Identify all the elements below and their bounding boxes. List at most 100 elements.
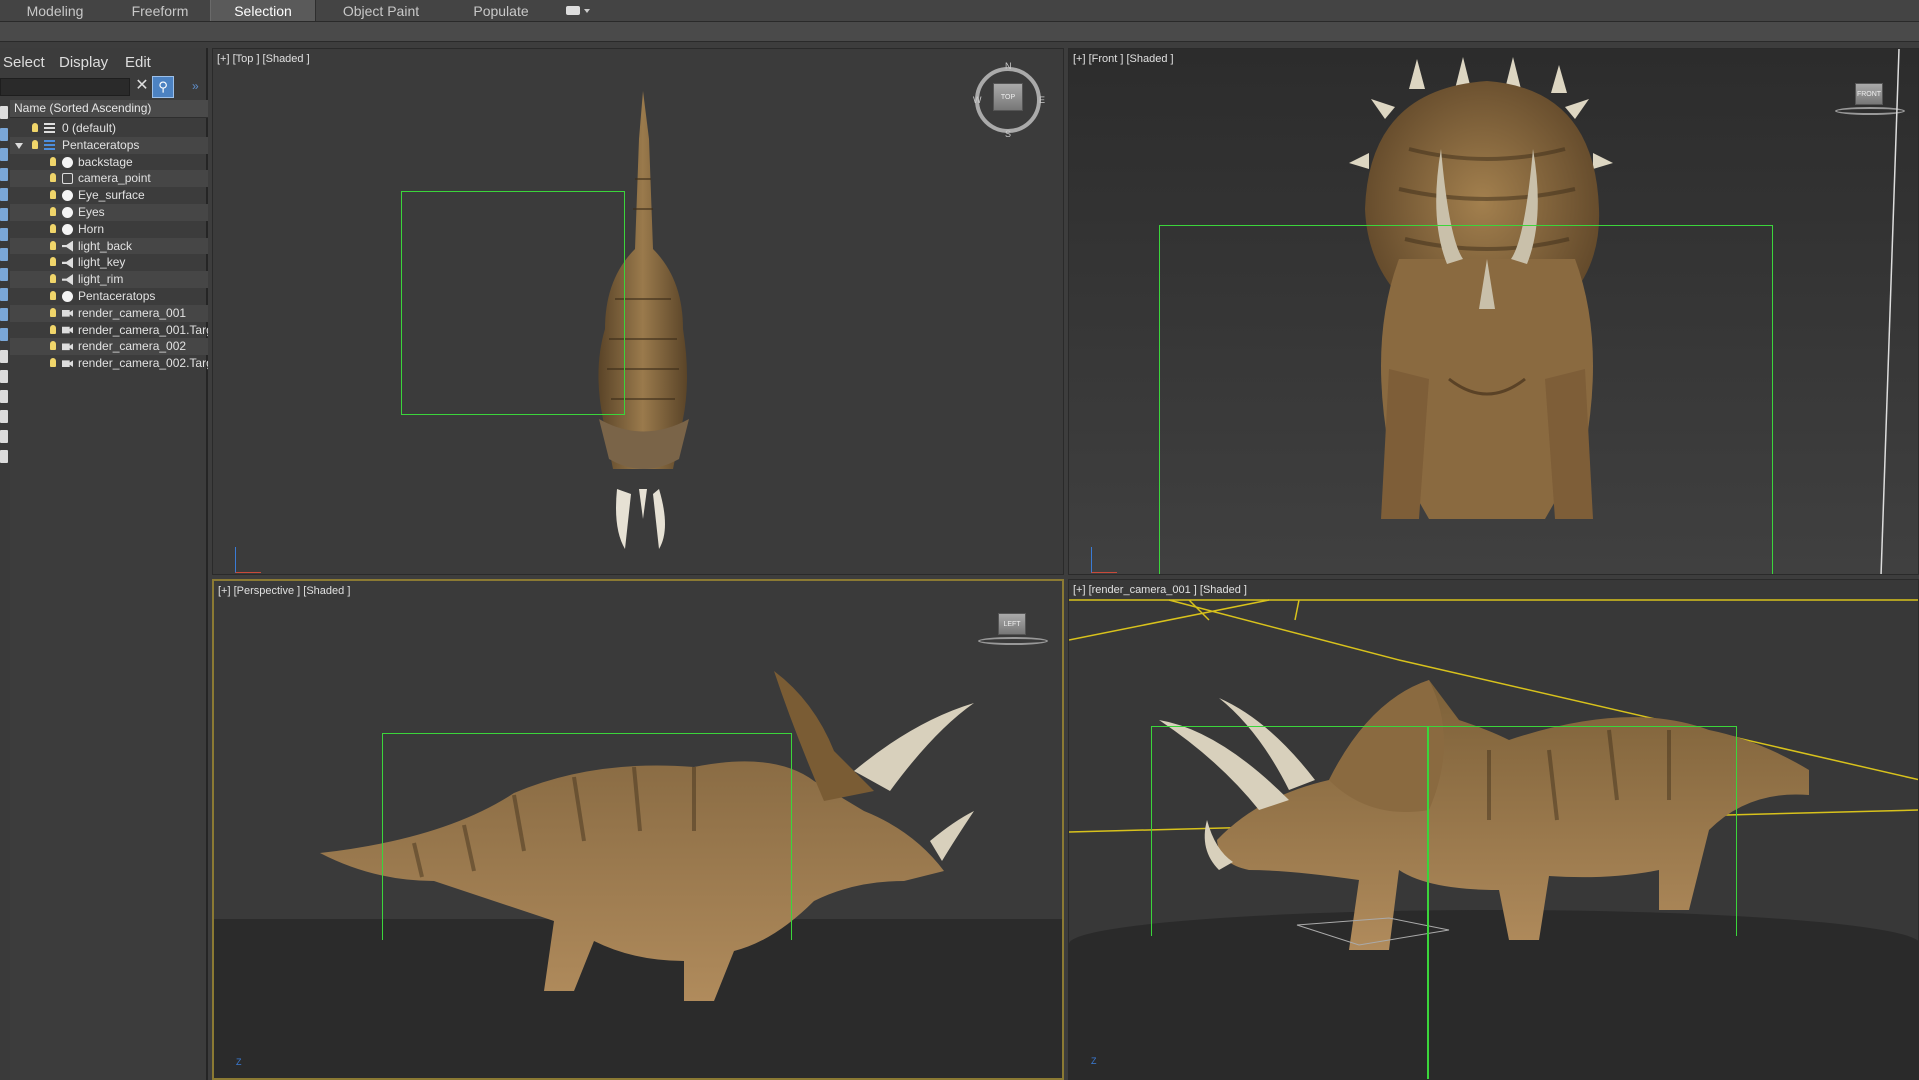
list-item[interactable]: render_camera_001.Target xyxy=(10,322,208,339)
viewcube-ring-icon[interactable] xyxy=(978,637,1048,645)
menu-select[interactable]: Select xyxy=(0,52,56,72)
list-item-label: light_back xyxy=(78,238,133,253)
explorer-toolbar xyxy=(0,100,10,1080)
spacewarps-filter-icon[interactable] xyxy=(0,228,8,241)
viewport-front[interactable]: [+] [Front ] [Shaded ] FRONT xyxy=(1068,48,1919,575)
light-bulb-icon[interactable] xyxy=(50,206,56,216)
viewcube[interactable]: LEFT xyxy=(998,613,1026,635)
tab-modeling[interactable]: Modeling xyxy=(0,0,110,21)
list-item-label: backstage xyxy=(78,154,133,169)
window-dropdown-icon[interactable] xyxy=(556,0,590,21)
selection-bounding-box xyxy=(1151,726,1737,936)
shapes-filter-icon[interactable] xyxy=(0,148,8,161)
light-bulb-icon[interactable] xyxy=(50,173,56,183)
xrefs-filter-icon[interactable] xyxy=(0,268,8,281)
explorer-menu: Select Display Edit xyxy=(0,52,208,72)
list-item-label: Pentaceratops xyxy=(78,288,156,303)
tab-selection[interactable]: Selection xyxy=(210,0,316,21)
sphere-icon xyxy=(62,206,73,218)
list-item[interactable]: Horn xyxy=(10,221,208,238)
list-item[interactable]: render_camera_002.Target xyxy=(10,355,208,372)
tab-freeform[interactable]: Freeform xyxy=(110,0,210,21)
bones-filter-icon[interactable] xyxy=(0,288,8,301)
ribbon-tab-bar: Modeling Freeform Selection Object Paint… xyxy=(0,0,1919,22)
chevron-down-icon[interactable] xyxy=(15,142,23,149)
light-bulb-icon[interactable] xyxy=(50,307,56,317)
light-bulb-icon[interactable] xyxy=(50,358,56,368)
list-item[interactable]: light_rim xyxy=(10,271,208,288)
tab-populate[interactable]: Populate xyxy=(446,0,556,21)
list-item-label: light_key xyxy=(78,255,126,270)
light-bulb-icon[interactable] xyxy=(32,139,38,149)
list-item-label: Horn xyxy=(78,221,105,236)
cameras-filter-icon[interactable] xyxy=(0,188,8,201)
list-item[interactable]: backstage xyxy=(10,154,208,171)
frozen-filter-icon[interactable] xyxy=(0,328,8,341)
list-item[interactable]: Eyes xyxy=(10,203,208,221)
light-bulb-icon[interactable] xyxy=(50,274,56,284)
list-item-label: Pentaceratops xyxy=(62,137,140,152)
filter-icon[interactable]: ⚲ xyxy=(152,76,174,98)
light-bulb-icon[interactable] xyxy=(50,190,56,200)
hidden-filter-icon[interactable] xyxy=(0,350,8,363)
axis-gizmo-icon: Z xyxy=(1091,1056,1097,1066)
axis-gizmo-icon: Z xyxy=(236,1057,242,1067)
list-item[interactable]: render_camera_001 xyxy=(10,304,208,322)
light-bulb-icon[interactable] xyxy=(50,341,56,351)
sphere-icon xyxy=(62,223,73,235)
light-bulb-icon[interactable] xyxy=(50,324,56,334)
list-item-label: Eye_surface xyxy=(78,188,145,203)
containers-filter-icon[interactable] xyxy=(0,308,8,321)
geometry-filter-icon[interactable] xyxy=(0,128,8,141)
light-bulb-icon[interactable] xyxy=(50,156,56,166)
viewport-top[interactable]: [+] [Top ] [Shaded ] TOP N S W E xyxy=(212,48,1064,575)
menu-display[interactable]: Display xyxy=(56,52,122,72)
list-item[interactable]: Pentaceratops xyxy=(10,288,208,305)
sphere-icon xyxy=(62,290,73,302)
scene-edge-line xyxy=(1880,49,1900,574)
helpers-filter-icon[interactable] xyxy=(0,208,8,221)
scene-explorer: Select Display Edit ✕ ⚲ » Name (Sorted A… xyxy=(0,48,208,1080)
layer-icon xyxy=(44,123,55,134)
list-item[interactable]: 0 (default) xyxy=(10,120,208,137)
list-item[interactable]: Eye_surface xyxy=(10,187,208,204)
list-item-label: render_camera_002.Target xyxy=(78,356,208,371)
all-filter-icon[interactable] xyxy=(0,370,8,383)
sync-selection-icon[interactable] xyxy=(0,430,8,443)
list-item[interactable]: Pentaceratops xyxy=(10,136,208,154)
viewport-perspective[interactable]: [+] [Perspective ] [Shaded ] LEFT Z xyxy=(212,579,1064,1080)
light-bulb-icon[interactable] xyxy=(32,123,38,132)
list-item-label: render_camera_001.Target xyxy=(78,322,208,337)
light-bulb-icon[interactable] xyxy=(50,257,56,267)
list-item[interactable]: light_key xyxy=(10,254,208,271)
viewcube[interactable]: TOP xyxy=(993,83,1023,111)
compass-west: W xyxy=(973,95,982,105)
light-bulb-icon[interactable] xyxy=(50,240,56,250)
invert-filter-icon[interactable] xyxy=(0,410,8,423)
list-item-label: light_rim xyxy=(78,272,124,287)
lights-filter-icon[interactable] xyxy=(0,168,8,181)
light-icon xyxy=(62,257,73,269)
list-item[interactable]: light_back xyxy=(10,237,208,255)
list-item[interactable]: camera_point xyxy=(10,170,208,188)
menu-edit[interactable]: Edit xyxy=(122,52,172,72)
groups-filter-icon[interactable] xyxy=(0,248,8,261)
display-all-icon[interactable] xyxy=(0,106,8,119)
column-header-name[interactable]: Name (Sorted Ascending) xyxy=(10,100,208,118)
camera-icon xyxy=(62,343,73,351)
light-bulb-icon[interactable] xyxy=(50,223,56,233)
search-input[interactable] xyxy=(0,78,130,96)
list-item-label: Eyes xyxy=(78,204,105,219)
camera-icon xyxy=(62,326,73,334)
light-icon xyxy=(62,274,73,286)
light-bulb-icon[interactable] xyxy=(50,290,56,300)
viewport-render-camera[interactable]: [+] [render_camera_001 ] [Shaded ] Z xyxy=(1068,579,1919,1080)
none-filter-icon[interactable] xyxy=(0,390,8,403)
scene-tree: 0 (default) Pentaceratops backstage came… xyxy=(10,120,208,372)
lock-icon[interactable] xyxy=(0,450,8,463)
list-item[interactable]: render_camera_002 xyxy=(10,338,208,356)
clear-icon[interactable]: ✕ xyxy=(134,76,150,96)
expand-panel-icon[interactable]: » xyxy=(192,76,206,96)
tab-object-paint[interactable]: Object Paint xyxy=(316,0,446,21)
sphere-icon xyxy=(62,190,73,202)
